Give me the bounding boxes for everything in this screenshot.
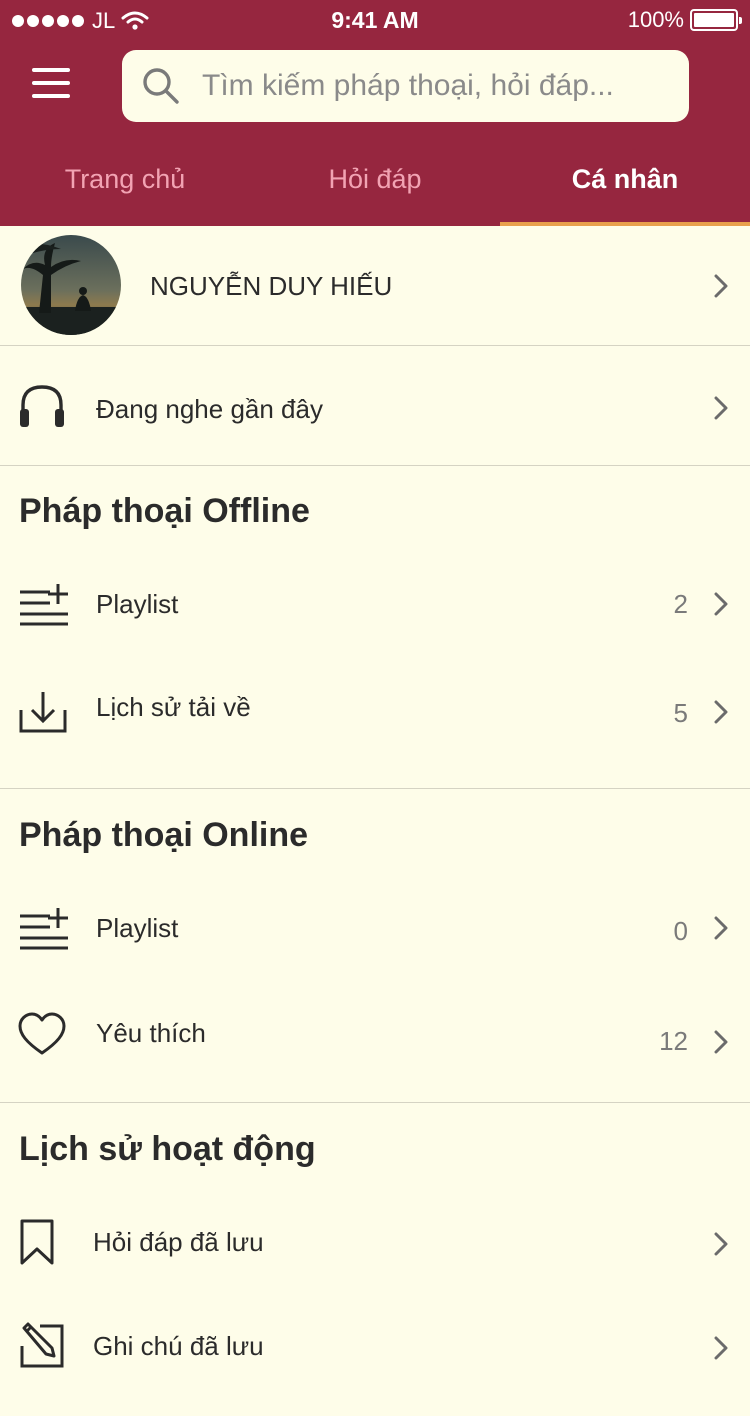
search-icon: [143, 68, 179, 104]
download-icon: [19, 692, 67, 733]
tab-home[interactable]: Trang chủ: [0, 150, 250, 226]
saved-qa-label: Hỏi đáp đã lưu: [93, 1226, 264, 1257]
chevron-right-icon: [714, 916, 728, 940]
avatar: [21, 235, 121, 335]
playlist-add-icon: [20, 908, 68, 950]
divider: [0, 1102, 750, 1103]
favorites-count: 12: [659, 1026, 688, 1056]
saved-notes-row[interactable]: Ghi chú đã lưu: [0, 1300, 750, 1392]
section-title-online: Pháp thoại Online: [19, 816, 309, 854]
bookmark-icon: [20, 1219, 54, 1265]
chevron-right-icon: [714, 1336, 728, 1360]
chevron-right-icon: [714, 1030, 728, 1054]
heart-icon: [18, 1012, 66, 1055]
download-history-row[interactable]: Lịch sử tải về 5: [0, 664, 750, 760]
app-header: JL 9:41 AM 100% Trang chủ Hỏi đáp Cá nhâ…: [0, 0, 750, 226]
profile-row[interactable]: NGUYỄN DUY HIẾU: [0, 226, 750, 346]
headphones-icon: [20, 385, 64, 427]
battery-icon: [690, 9, 742, 31]
chevron-right-icon: [714, 700, 728, 724]
favorites-label: Yêu thích: [96, 1018, 206, 1048]
menu-icon[interactable]: [26, 68, 76, 108]
saved-qa-row[interactable]: Hỏi đáp đã lưu: [0, 1196, 750, 1288]
offline-playlist-count: 2: [673, 588, 688, 619]
favorites-row[interactable]: Yêu thích 12: [0, 990, 750, 1078]
tab-bar: Trang chủ Hỏi đáp Cá nhân: [0, 150, 750, 226]
battery-percent: 100%: [627, 7, 684, 32]
tab-qa[interactable]: Hỏi đáp: [250, 150, 500, 226]
saved-notes-label: Ghi chú đã lưu: [93, 1330, 264, 1361]
divider: [0, 788, 750, 789]
section-title-offline: Pháp thoại Offline: [19, 492, 310, 530]
status-bar: JL 9:41 AM 100%: [0, 0, 750, 40]
chevron-right-icon: [714, 592, 728, 616]
chevron-right-icon: [714, 396, 728, 420]
section-title-activity: Lịch sử hoạt động: [19, 1130, 316, 1168]
divider: [0, 465, 750, 466]
recent-listening-row[interactable]: Đang nghe gần đây: [0, 346, 750, 466]
tab-personal[interactable]: Cá nhân: [500, 150, 750, 226]
playlist-add-icon: [20, 584, 68, 626]
online-playlist-label: Playlist: [96, 912, 179, 943]
download-history-label: Lịch sử tải về: [96, 692, 251, 722]
search-input[interactable]: [202, 69, 662, 103]
search-bar[interactable]: [122, 50, 689, 122]
profile-name: NGUYỄN DUY HIẾU: [150, 270, 393, 301]
download-history-count: 5: [673, 698, 688, 728]
offline-playlist-row[interactable]: Playlist 2: [0, 560, 750, 648]
edit-note-icon: [20, 1322, 64, 1368]
recent-listening-label: Đang nghe gần đây: [96, 394, 323, 424]
chevron-right-icon: [714, 1232, 728, 1256]
online-playlist-count: 0: [673, 916, 688, 946]
battery-status: 100%: [627, 7, 742, 33]
offline-playlist-label: Playlist: [96, 588, 179, 619]
chevron-right-icon: [714, 274, 728, 298]
online-playlist-row[interactable]: Playlist 0: [0, 884, 750, 972]
